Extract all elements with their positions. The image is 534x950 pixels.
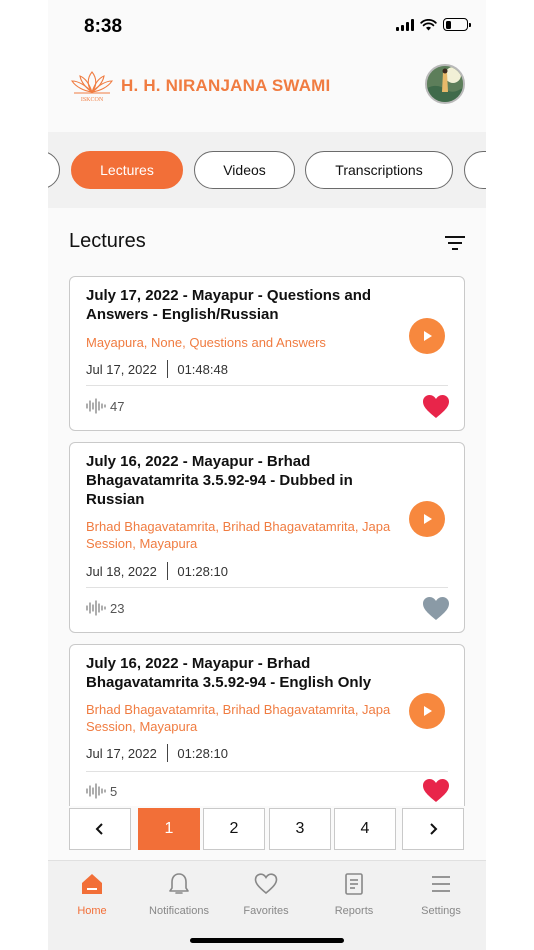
tab-lectures[interactable]: Lectures	[71, 151, 183, 189]
lecture-duration: 01:28:10	[177, 745, 228, 761]
lecture-date: Jul 17, 2022	[86, 745, 157, 761]
heart-icon	[254, 873, 278, 895]
lecture-tags: Mayapura, None, Questions and Answers	[86, 335, 326, 350]
nav-notifications[interactable]: Notifications	[135, 871, 223, 917]
page-button-1[interactable]: 1	[138, 808, 200, 850]
prev-page-button[interactable]	[69, 808, 131, 850]
audio-wave-icon	[86, 600, 106, 616]
category-tabs: Lectures Videos Transcriptions	[48, 132, 486, 208]
profile-avatar[interactable]	[425, 64, 465, 104]
play-button[interactable]	[409, 318, 445, 354]
play-button[interactable]	[409, 693, 445, 729]
chevron-right-icon	[430, 823, 438, 835]
card-divider	[86, 587, 448, 588]
status-icons	[396, 18, 471, 31]
lecture-meta: Jul 17, 2022 01:48:48	[86, 360, 228, 378]
section-title: Lectures	[69, 230, 146, 252]
home-indicator	[190, 938, 344, 943]
chevron-left-icon	[95, 823, 103, 835]
listens-value: 23	[110, 600, 125, 616]
nav-label: Reports	[334, 905, 374, 917]
nav-label: Settings	[421, 905, 461, 917]
page-button-3[interactable]: 3	[269, 808, 331, 850]
nav-settings[interactable]: Settings	[397, 871, 485, 917]
listens-count: 47	[86, 398, 124, 414]
play-icon	[424, 331, 432, 341]
tab-transcriptions[interactable]: Transcriptions	[305, 151, 453, 189]
status-time: 8:38	[84, 16, 123, 37]
lecture-title: July 16, 2022 - Mayapur - Brhad Bhagavat…	[86, 655, 372, 691]
app-title: H. H. NIRANJANA SWAMI	[121, 76, 331, 95]
lecture-tags: Brhad Bhagavatamrita, Brihad Bhagavatamr…	[86, 519, 391, 551]
play-icon	[424, 514, 432, 524]
bottom-nav: Home Notifications Favorites Reports Set…	[48, 860, 486, 950]
nav-home[interactable]: Home	[48, 871, 136, 917]
tab-next[interactable]	[464, 151, 486, 189]
bell-icon	[169, 873, 189, 894]
favorite-heart-icon[interactable]	[422, 778, 450, 803]
app-header: ISKCON H. H. NIRANJANA SWAMI	[48, 52, 486, 132]
lecture-title: July 16, 2022 - Mayapur - Brhad Bhagavat…	[86, 453, 353, 508]
listens-count: 5	[86, 783, 117, 799]
status-bar: 8:38	[48, 0, 486, 52]
page-button-2[interactable]: 2	[203, 808, 265, 850]
lecture-list: July 17, 2022 - Mayapur - Questions and …	[48, 262, 486, 806]
lecture-duration: 01:28:10	[177, 563, 228, 579]
audio-wave-icon	[86, 398, 106, 414]
listens-count: 23	[86, 600, 124, 616]
card-divider	[86, 771, 448, 772]
nav-favorites[interactable]: Favorites	[222, 871, 310, 917]
listens-value: 47	[110, 398, 125, 414]
favorite-heart-icon[interactable]	[422, 596, 450, 621]
listens-value: 5	[110, 783, 118, 799]
page-button-4[interactable]: 4	[334, 808, 396, 850]
logo-text: ISKCON	[81, 97, 104, 103]
tab-videos[interactable]: Videos	[194, 151, 295, 189]
lecture-card[interactable]: July 16, 2022 - Mayapur - Brhad Bhagavat…	[69, 442, 465, 633]
lecture-meta: Jul 18, 2022 01:28:10	[86, 562, 228, 580]
play-button[interactable]	[409, 501, 445, 537]
audio-wave-icon	[86, 783, 106, 799]
app-screen: 8:38 ISKCON H. H. NIRANJANA SWAMI Lectur…	[48, 0, 486, 950]
next-page-button[interactable]	[402, 808, 464, 850]
lecture-date: Jul 17, 2022	[86, 361, 157, 377]
lecture-meta: Jul 17, 2022 01:28:10	[86, 744, 228, 762]
lecture-title: July 17, 2022 - Mayapur - Questions and …	[86, 287, 372, 323]
lecture-card[interactable]: July 17, 2022 - Mayapur - Questions and …	[69, 276, 465, 431]
iskcon-lotus-logo: ISKCON	[70, 71, 114, 103]
meta-divider	[166, 562, 169, 580]
lecture-card[interactable]: July 16, 2022 - Mayapur - Brhad Bhagavat…	[69, 644, 465, 806]
meta-divider	[166, 360, 169, 378]
battery-icon	[443, 18, 471, 31]
filter-icon[interactable]	[443, 234, 467, 252]
avatar-image	[427, 66, 463, 102]
nav-label: Home	[77, 905, 107, 917]
cellular-signal-icon	[396, 18, 414, 31]
wifi-icon	[420, 18, 437, 30]
play-icon	[424, 706, 432, 716]
menu-icon	[432, 876, 450, 892]
lecture-duration: 01:48:48	[177, 361, 228, 377]
lecture-date: Jul 18, 2022	[86, 563, 157, 579]
nav-label: Favorites	[243, 905, 289, 917]
nav-reports[interactable]: Reports	[310, 871, 398, 917]
favorite-heart-icon[interactable]	[422, 394, 450, 419]
pagination: 1 2 3 4	[48, 808, 486, 854]
card-divider	[86, 385, 448, 386]
home-icon	[82, 874, 102, 894]
lecture-tags: Brhad Bhagavatamrita, Brihad Bhagavatamr…	[86, 702, 391, 734]
nav-label: Notifications	[149, 905, 209, 917]
reports-icon	[345, 873, 363, 895]
tab-previous[interactable]	[48, 151, 60, 189]
meta-divider	[166, 744, 169, 762]
